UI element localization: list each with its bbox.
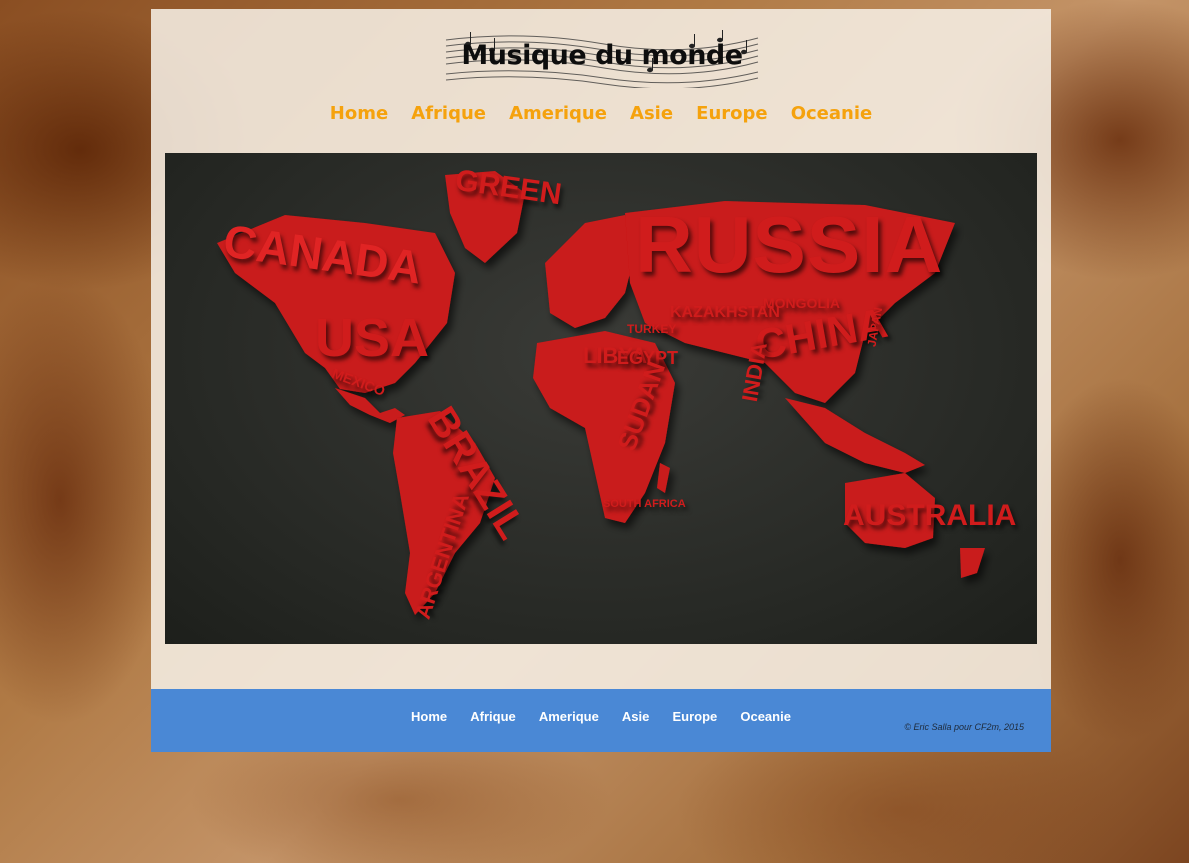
- footer-nav-amerique[interactable]: Amerique: [539, 709, 599, 724]
- nav-asie[interactable]: Asie: [630, 103, 673, 124]
- page-container: Musique du monde Home Afrique Amerique A…: [151, 9, 1051, 752]
- copyright-text: © Eric Salla pour CF2m, 2015: [904, 722, 1024, 732]
- footer-nav-europe[interactable]: Europe: [672, 709, 717, 724]
- nav-afrique[interactable]: Afrique: [411, 103, 486, 124]
- world-map-banner: CANADA USA GREEN RUSSIA CHINA BRAZIL AUS…: [165, 153, 1037, 644]
- nav-oceanie[interactable]: Oceanie: [791, 103, 873, 124]
- footer-nav-home[interactable]: Home: [411, 709, 447, 724]
- site-logo[interactable]: Musique du monde: [444, 30, 760, 88]
- map-word-usa: USA: [315, 308, 430, 368]
- top-navigation: Home Afrique Amerique Asie Europe Oceani…: [151, 103, 1051, 124]
- map-word-australia: AUSTRALIA: [843, 499, 1017, 532]
- map-word-south-africa: SOUTH AFRICA: [603, 498, 686, 510]
- map-word-turkey: TURKEY: [627, 322, 677, 336]
- nav-amerique[interactable]: Amerique: [509, 103, 607, 124]
- footer-nav-asie[interactable]: Asie: [622, 709, 649, 724]
- site-title: Musique du monde: [461, 40, 743, 71]
- nav-europe[interactable]: Europe: [696, 103, 767, 124]
- map-word-russia: RUSSIA: [635, 200, 944, 289]
- footer-nav-oceanie[interactable]: Oceanie: [740, 709, 791, 724]
- nav-home[interactable]: Home: [330, 103, 388, 124]
- map-word-kazakhstan: KAZAKHSTAN: [670, 304, 780, 321]
- site-footer: Home Afrique Amerique Asie Europe Oceani…: [151, 689, 1051, 752]
- footer-nav-afrique[interactable]: Afrique: [470, 709, 516, 724]
